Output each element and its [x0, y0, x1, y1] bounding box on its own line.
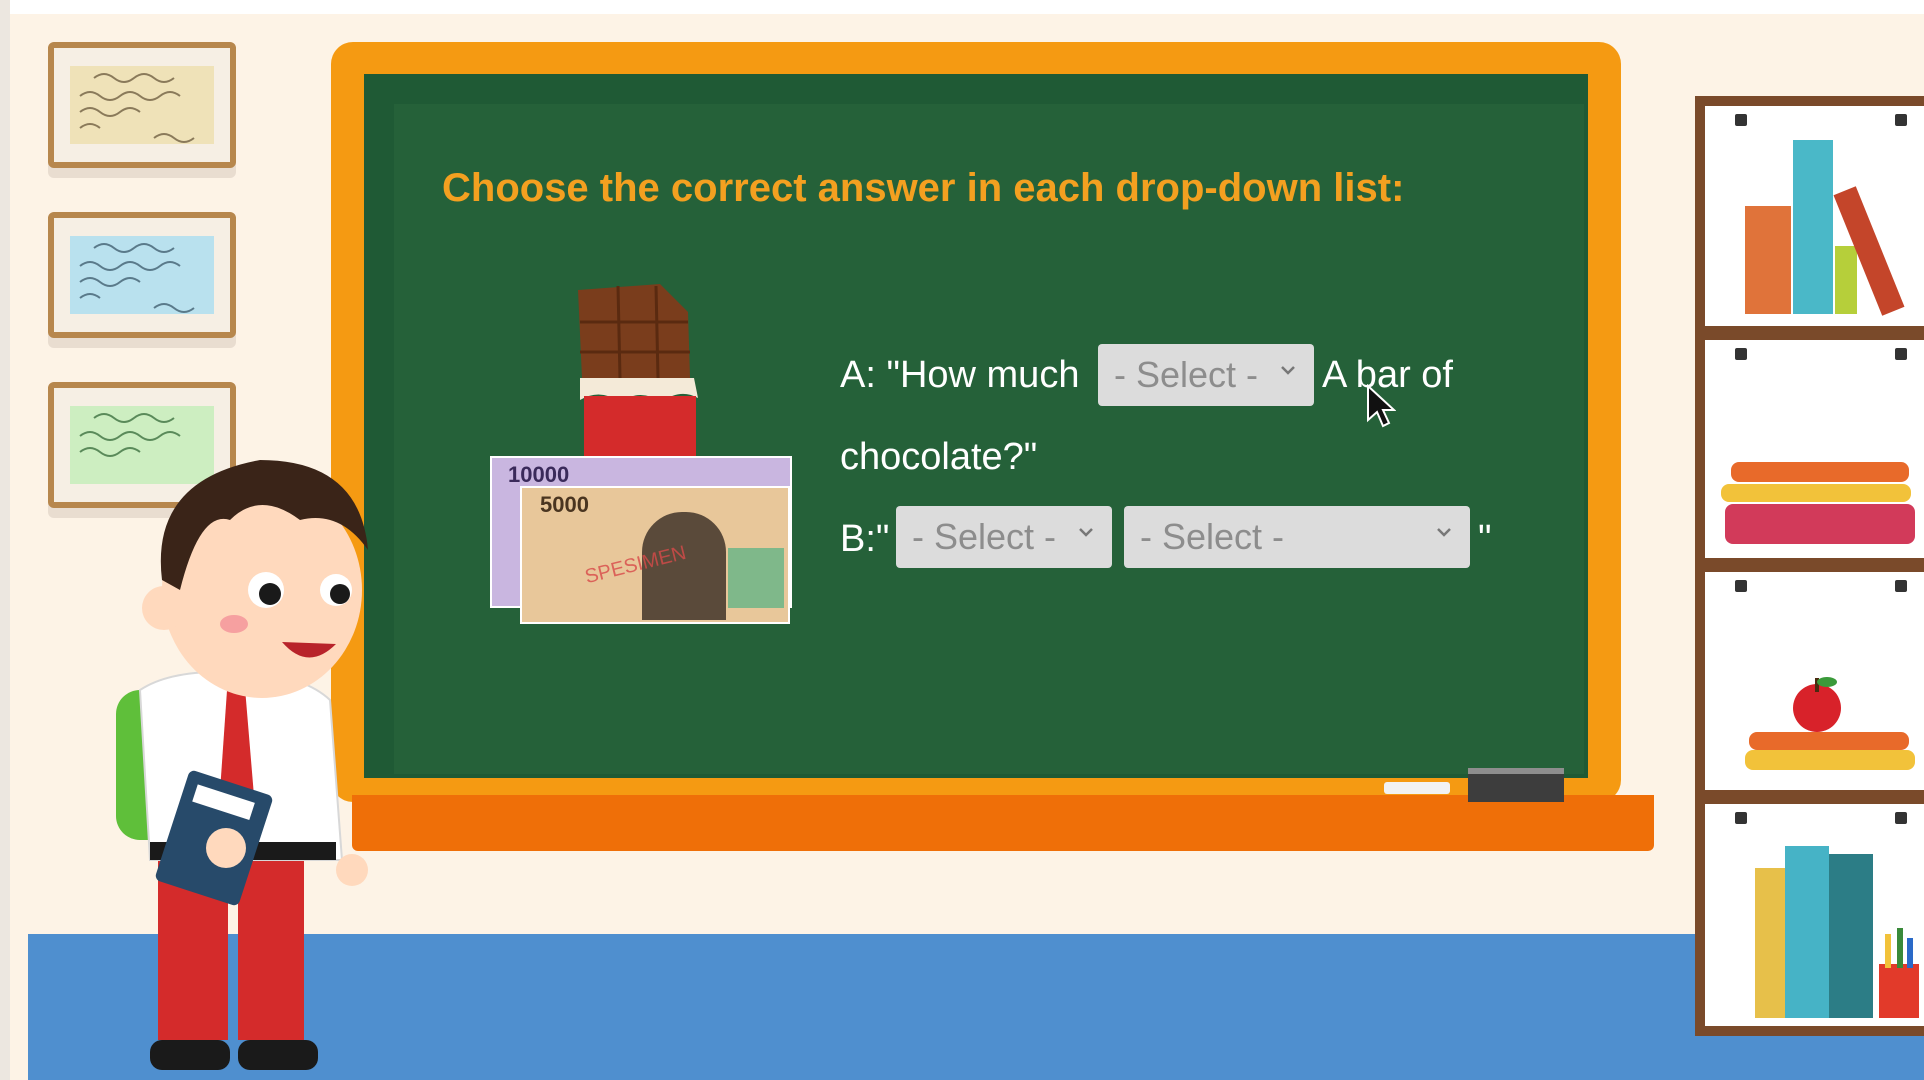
shelf-second	[1695, 330, 1924, 568]
banknote-value-back: 10000	[508, 462, 570, 487]
chevron-down-icon	[1437, 528, 1451, 537]
mouse-cursor-icon	[1367, 384, 1396, 428]
question-b-select-2[interactable]: - Select -	[1124, 506, 1470, 568]
banknote-value-front: 5000	[540, 492, 589, 517]
top-strip	[0, 0, 1924, 14]
banknote-green-pattern	[728, 548, 784, 608]
question-b-select-2-value: - Select -	[1140, 516, 1285, 557]
chevron-down-icon	[1079, 528, 1093, 537]
student-character-icon	[116, 460, 368, 1070]
apple-icon	[1793, 677, 1841, 732]
classroom-scene: Choose the correct answer in each drop-d…	[0, 0, 1924, 1080]
left-edge	[0, 0, 10, 1080]
question-a-prefix: A: "How much	[840, 354, 1080, 396]
question-b-select-1-value: - Select -	[912, 516, 1057, 557]
question-a-select[interactable]: - Select -	[1098, 344, 1314, 406]
question-b-select-1[interactable]: - Select -	[896, 506, 1112, 568]
chalk-icon	[1384, 782, 1450, 794]
instruction-title: Choose the correct answer in each drop-d…	[442, 166, 1405, 210]
shelf-top	[1695, 96, 1924, 336]
banknote-front: 5000 SPESIMEN	[520, 486, 790, 624]
shelf-third	[1695, 562, 1924, 800]
shelf-bottom	[1695, 794, 1924, 1036]
pencil-cup-icon	[1879, 928, 1919, 1018]
handwriting-lines-icon	[79, 73, 195, 143]
chevron-down-icon	[1281, 366, 1295, 375]
chocolate-bar-icon	[578, 284, 698, 456]
question-b-suffix: "	[1478, 518, 1492, 560]
question-a-suffix-line2: chocolate?"	[840, 436, 1038, 478]
eraser-icon	[1468, 768, 1564, 802]
chalkboard-ledge	[352, 795, 1654, 851]
wall-poster-blue	[48, 212, 236, 338]
handwriting-lines-icon	[79, 243, 195, 313]
question-a-select-value: - Select -	[1114, 354, 1259, 395]
question-b-prefix: B:"	[840, 518, 890, 560]
wall-poster-yellow	[48, 42, 236, 168]
